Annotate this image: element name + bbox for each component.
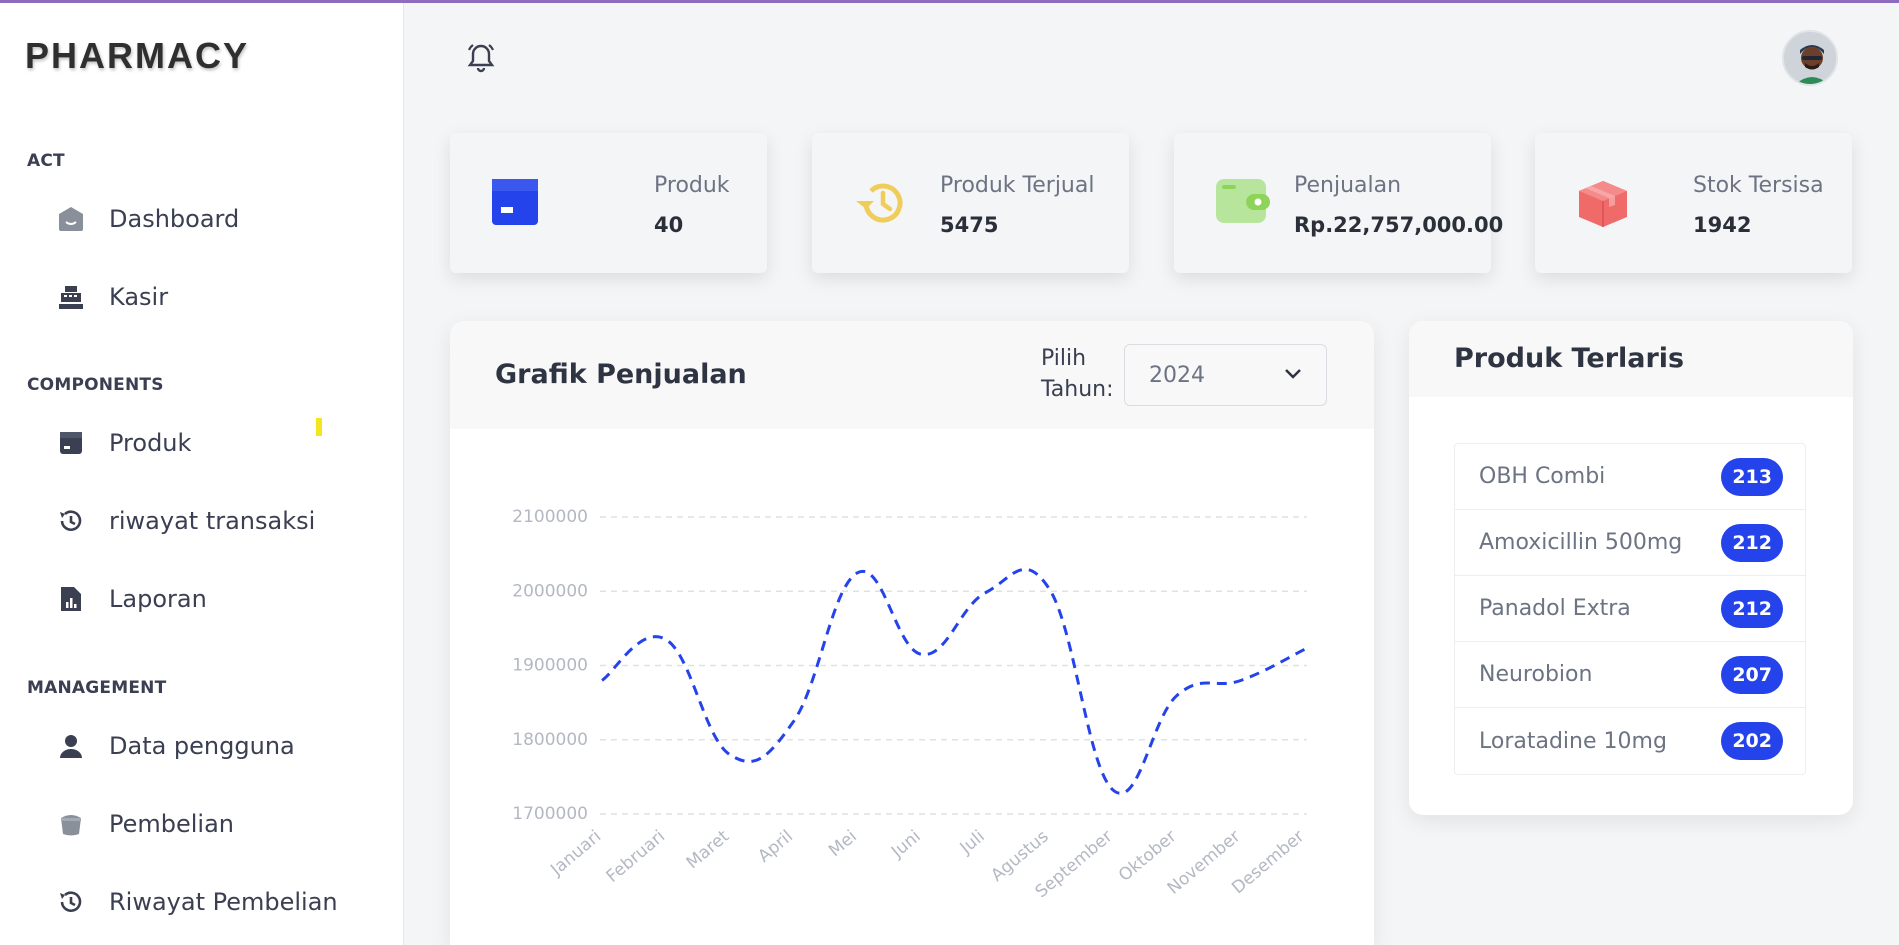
user-icon <box>55 730 87 762</box>
y-tick-label: 2100000 <box>512 507 588 527</box>
y-tick-label: 1800000 <box>512 730 588 750</box>
stat-title: Produk <box>654 173 730 198</box>
sidebar-item-riwayat-transaksi[interactable]: riwayat transaksi <box>55 501 355 541</box>
product-name: Loratadine 10mg <box>1479 728 1667 754</box>
section-title-management: MANAGEMENT <box>27 678 167 698</box>
stat-card-produk-terjual[interactable]: Produk Terjual 5475 <box>812 133 1129 273</box>
brand-logo[interactable]: PHARMACY <box>25 35 249 77</box>
box-icon <box>55 427 87 459</box>
section-title-components: COMPONENTS <box>27 375 164 395</box>
x-tick-label: Maret <box>683 826 734 873</box>
stat-title: Penjualan <box>1294 173 1402 198</box>
count-badge: 213 <box>1721 457 1783 496</box>
sidebar-item-label: Data pengguna <box>109 732 295 760</box>
cash-register-icon <box>55 281 87 313</box>
count-badge: 212 <box>1721 523 1783 562</box>
year-select[interactable]: 2024 <box>1124 344 1327 406</box>
sidebar-item-dashboard[interactable]: Dashboard <box>55 199 355 239</box>
sidebar-item-produk[interactable]: Produk <box>55 423 355 463</box>
stat-value: 1942 <box>1693 213 1752 237</box>
history-icon <box>55 886 87 918</box>
sidebar-item-kasir[interactable]: Kasir <box>55 277 355 317</box>
best-sellers-card: Produk Terlaris OBH Combi 213 Amoxicilli… <box>1409 321 1853 815</box>
stat-title: Produk Terjual <box>940 173 1095 198</box>
stat-value: 40 <box>654 213 684 237</box>
count-badge: 212 <box>1721 589 1783 628</box>
wallet-icon <box>1216 179 1270 229</box>
x-tick-label: Juli <box>956 827 989 859</box>
bell-icon[interactable] <box>465 41 497 75</box>
year-label: Pilih Tahun: <box>1041 346 1114 402</box>
y-tick-label: 2000000 <box>512 581 588 601</box>
box-icon <box>492 179 542 229</box>
x-tick-label: Februari <box>603 827 669 887</box>
x-tick-label: Mei <box>825 827 861 862</box>
basket-icon <box>55 808 87 840</box>
sales-line-chart: 1700000 1800000 1900000 2000000 2100000 Janua… <box>512 507 1308 902</box>
x-tick-label: April <box>754 827 797 867</box>
stat-card-penjualan[interactable]: Penjualan Rp.22,757,000.00 <box>1174 133 1503 273</box>
list-item[interactable]: Loratadine 10mg 202 <box>1455 708 1805 774</box>
sidebar-item-riwayat-pembelian[interactable]: Riwayat Pembelian <box>55 882 355 922</box>
chart-title: Grafik Penjualan <box>495 359 747 390</box>
sidebar-item-laporan[interactable]: Laporan <box>55 579 355 619</box>
sidebar-item-label: riwayat transaksi <box>109 507 316 535</box>
product-name: Neurobion <box>1479 662 1593 687</box>
sidebar-item-label: Kasir <box>109 283 169 311</box>
year-select-value: 2024 <box>1149 362 1205 388</box>
sales-chart-card: Grafik Penjualan Pilih Tahun: 2024 17000… <box>450 321 1374 945</box>
x-tick-label: Juni <box>887 827 925 863</box>
history-icon <box>55 505 87 537</box>
best-sellers-list: OBH Combi 213 Amoxicillin 500mg 212 Pana… <box>1454 443 1806 775</box>
count-badge: 207 <box>1721 655 1783 694</box>
sidebar: PHARMACY ACT Dashboard Kasir COMPONENTS … <box>0 3 404 945</box>
stat-title: Stok Tersisa <box>1693 173 1824 198</box>
list-item[interactable]: OBH Combi 213 <box>1455 444 1805 510</box>
series-line <box>601 567 1306 795</box>
sidebar-item-label: Produk <box>109 429 192 457</box>
list-item[interactable]: Panadol Extra 212 <box>1455 576 1805 642</box>
stat-value: Rp.22,757,000.00 <box>1294 213 1504 237</box>
y-tick-label: 1700000 <box>512 804 588 824</box>
sidebar-item-label: Laporan <box>109 585 207 613</box>
package-icon <box>1577 179 1627 229</box>
count-badge: 202 <box>1721 722 1783 760</box>
sidebar-item-pembelian[interactable]: Pembelian <box>55 804 355 844</box>
chevron-down-icon <box>1284 367 1302 385</box>
product-name: OBH Combi <box>1479 464 1606 489</box>
best-sellers-title: Produk Terlaris <box>1454 343 1685 374</box>
product-name: Amoxicillin 500mg <box>1479 530 1683 555</box>
y-tick-label: 1900000 <box>512 656 588 676</box>
stat-card-stok-tersisa[interactable]: Stok Tersisa 1942 <box>1535 133 1852 273</box>
stat-value: 5475 <box>940 213 999 237</box>
x-tick-label: Januari <box>546 827 605 881</box>
sidebar-item-label: Pembelian <box>109 810 235 838</box>
report-icon <box>55 583 87 615</box>
sidebar-item-label: Dashboard <box>109 205 240 233</box>
history-icon <box>854 179 904 229</box>
sidebar-item-label: Riwayat Pembelian <box>109 888 338 916</box>
list-item[interactable]: Neurobion 207 <box>1455 642 1805 708</box>
product-name: Panadol Extra <box>1479 596 1631 621</box>
stat-card-produk[interactable]: Produk 40 <box>450 133 767 273</box>
list-item[interactable]: Amoxicillin 500mg 212 <box>1455 510 1805 576</box>
active-indicator <box>316 418 322 436</box>
sidebar-item-data-pengguna[interactable]: Data pengguna <box>55 726 355 766</box>
home-icon <box>55 203 87 235</box>
avatar[interactable] <box>1782 30 1838 86</box>
section-title-act: ACT <box>27 151 65 171</box>
